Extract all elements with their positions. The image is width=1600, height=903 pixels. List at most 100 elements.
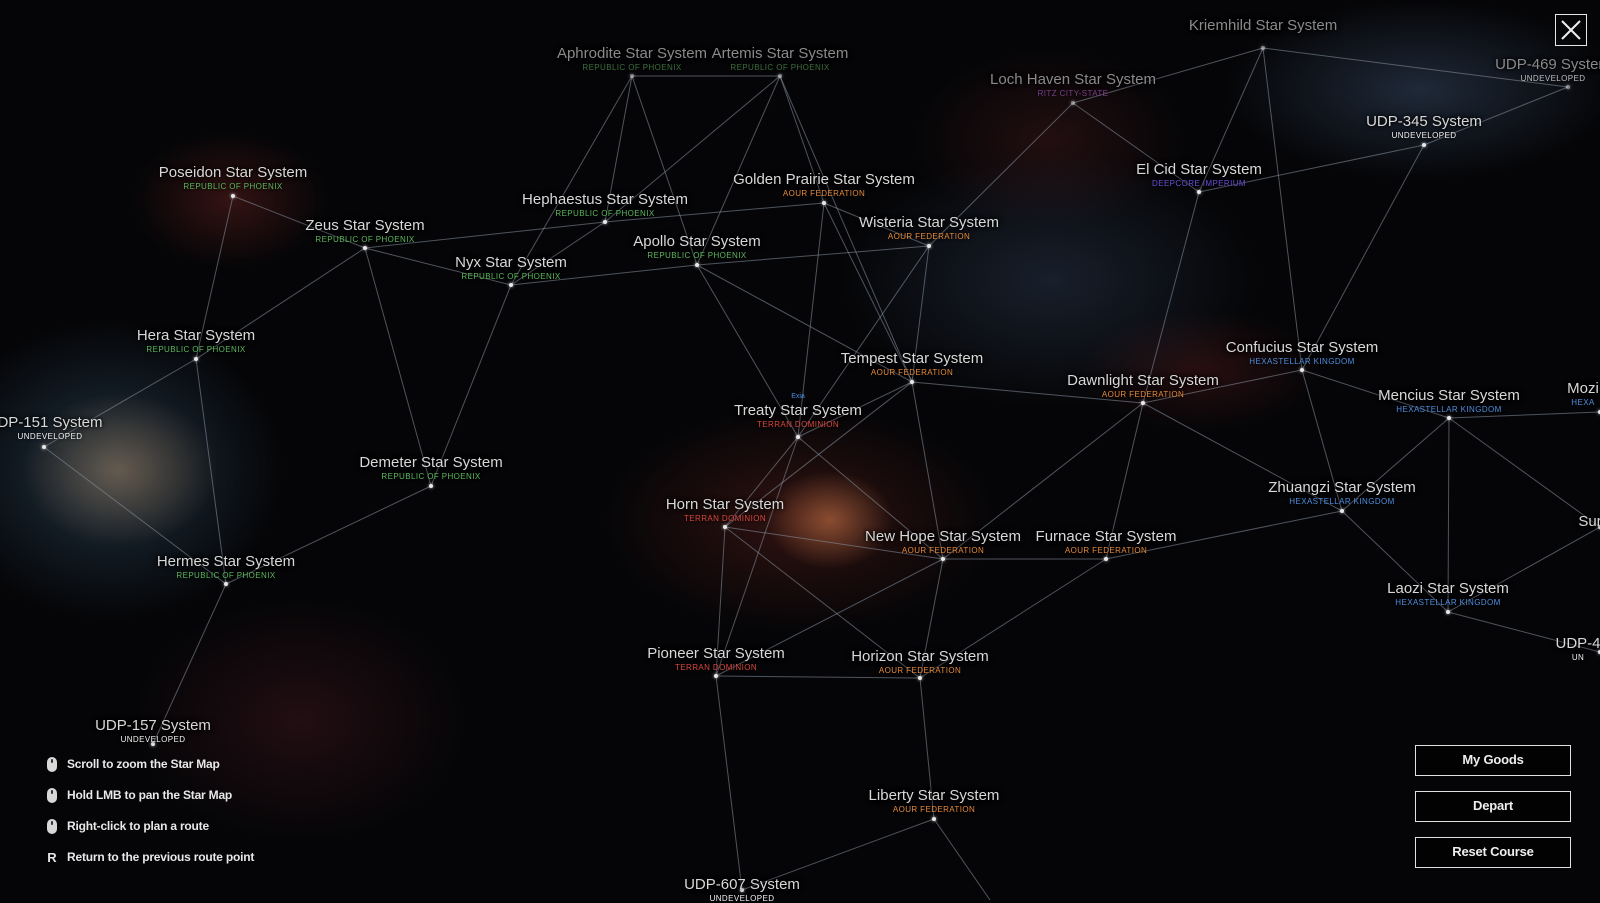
system-name: UDP-157 System	[95, 717, 211, 734]
system-goldenprairie[interactable]: Golden Prairie Star System AOUR FEDERATIO…	[733, 171, 915, 198]
system-name: DP-151 System	[0, 414, 103, 431]
system-udp607[interactable]: UDP-607 System UNDEVELOPED	[684, 876, 800, 903]
system-node[interactable]	[1197, 190, 1201, 194]
system-wisteria[interactable]: Wisteria Star System AOUR FEDERATION	[859, 214, 999, 241]
system-node[interactable]	[509, 283, 513, 287]
system-node[interactable]	[42, 445, 46, 449]
depart-button[interactable]: Depart	[1415, 791, 1571, 822]
system-artemis[interactable]: Artemis Star System REPUBLIC OF PHOENIX	[712, 45, 849, 72]
system-faction: AOUR FEDERATION	[782, 189, 866, 198]
system-apollo[interactable]: Apollo Star System REPUBLIC OF PHOENIX	[633, 233, 761, 260]
system-lochhaven[interactable]: Loch Haven Star System RITZ CITY-STATE	[990, 71, 1156, 98]
route-link	[195, 358, 227, 585]
system-node[interactable]	[1300, 368, 1304, 372]
system-name: Horn Star System	[665, 496, 785, 513]
system-node[interactable]	[695, 263, 699, 267]
system-node[interactable]	[778, 74, 782, 78]
system-udp4xx[interactable]: UDP-4 UN	[1555, 635, 1600, 662]
system-node[interactable]	[796, 435, 800, 439]
system-node[interactable]	[918, 676, 922, 680]
route-link	[1448, 417, 1600, 528]
system-udp469[interactable]: UDP-469 System UNDEVELOPED	[1495, 56, 1600, 83]
star-map[interactable]: Aphrodite Star System REPUBLIC OF PHOENIX…	[0, 0, 1600, 903]
system-udp151[interactable]: DP-151 System UNDEVELOPED	[0, 414, 103, 441]
system-node[interactable]	[910, 380, 914, 384]
system-faction: REPUBLIC OF PHOENIX	[176, 571, 276, 580]
system-nyx[interactable]: Nyx Star System REPUBLIC OF PHOENIX	[455, 254, 567, 281]
close-button[interactable]	[1555, 14, 1587, 46]
system-name: UDP-469 System	[1495, 56, 1600, 73]
system-newhope[interactable]: New Hope Star System AOUR FEDERATION	[865, 528, 1021, 555]
system-node[interactable]	[822, 201, 826, 205]
system-liberty[interactable]: Liberty Star System AOUR FEDERATION	[869, 787, 1000, 814]
system-name: Nyx Star System	[455, 254, 567, 271]
system-confucius[interactable]: Confucius Star System HEXASTELLAR KINGDOM	[1226, 339, 1379, 366]
system-zeus[interactable]: Zeus Star System REPUBLIC OF PHOENIX	[305, 217, 424, 244]
system-node[interactable]	[1446, 610, 1450, 614]
system-node[interactable]	[1447, 416, 1451, 420]
hint-text: Return to the previous route point	[67, 850, 255, 864]
system-mozi[interactable]: Mozi HEXA	[1567, 380, 1599, 407]
system-node[interactable]	[1141, 401, 1145, 405]
system-name: Loch Haven Star System	[990, 71, 1156, 88]
system-horn[interactable]: Horn Star System TERRAN DOMINION	[666, 496, 784, 523]
system-name: New Hope Star System	[865, 528, 1021, 545]
system-elcid[interactable]: El Cid Star System DEEPCORE IMPERIUM	[1136, 161, 1262, 188]
route-link	[1262, 47, 1303, 371]
system-node[interactable]	[714, 674, 718, 678]
system-faction: REPUBLIC OF PHOENIX	[582, 63, 682, 72]
system-node[interactable]	[194, 357, 198, 361]
system-kriemhild[interactable]: Kriemhild Star System	[1189, 17, 1337, 34]
close-icon	[1561, 20, 1581, 40]
system-node[interactable]	[932, 817, 936, 821]
system-mencius[interactable]: Mencius Star System HEXASTELLAR KINGDOM	[1378, 387, 1520, 414]
system-node[interactable]	[927, 244, 931, 248]
system-udp345[interactable]: UDP-345 System UNDEVELOPED	[1366, 113, 1482, 140]
system-hera[interactable]: Hera Star System REPUBLIC OF PHOENIX	[137, 327, 255, 354]
system-tempest[interactable]: Tempest Star System AOUR FEDERATION	[841, 350, 984, 377]
reset-course-button[interactable]: Reset Course	[1415, 837, 1571, 868]
system-node[interactable]	[1340, 509, 1344, 513]
system-demeter[interactable]: Demeter Star System REPUBLIC OF PHOENIX	[359, 454, 502, 481]
system-treaty[interactable]: Treaty Star System TERRAN DOMINION	[734, 402, 862, 429]
system-node[interactable]	[1104, 557, 1108, 561]
system-horizon[interactable]: Horizon Star System AOUR FEDERATION	[851, 648, 989, 675]
system-hermes[interactable]: Hermes Star System REPUBLIC OF PHOENIX	[157, 553, 295, 580]
system-faction: TERRAN DOMINION	[757, 420, 839, 429]
system-laozi[interactable]: Laozi Star System HEXASTELLAR KINGDOM	[1387, 580, 1509, 607]
system-node[interactable]	[1422, 143, 1426, 147]
system-faction: REPUBLIC OF PHOENIX	[730, 63, 830, 72]
system-aphrodite[interactable]: Aphrodite Star System REPUBLIC OF PHOENIX	[557, 45, 707, 72]
system-faction: AOUR FEDERATION	[1064, 546, 1148, 555]
system-pioneer[interactable]: Pioneer Star System TERRAN DOMINION	[647, 645, 785, 672]
system-name: Wisteria Star System	[858, 214, 1000, 231]
system-node[interactable]	[231, 194, 235, 198]
system-node[interactable]	[630, 74, 634, 78]
system-name: UDP-345 System	[1366, 113, 1482, 130]
system-faction: UNDEVELOPED	[17, 432, 83, 441]
system-node[interactable]	[1261, 46, 1265, 50]
system-name: Furnace Star System	[1035, 528, 1177, 545]
system-faction: AOUR FEDERATION	[870, 368, 954, 377]
system-name: Apollo Star System	[633, 233, 761, 250]
system-name: Kriemhild Star System	[1188, 17, 1338, 34]
system-sun[interactable]: Sur	[1578, 513, 1600, 530]
system-node[interactable]	[941, 557, 945, 561]
my-goods-button[interactable]: My Goods	[1415, 745, 1571, 776]
system-node[interactable]	[1071, 101, 1075, 105]
system-zhuangzi[interactable]: Zhuangzi Star System HEXASTELLAR KINGDOM	[1268, 479, 1416, 506]
system-hephaestus[interactable]: Hephaestus Star System REPUBLIC OF PHOENI…	[522, 191, 688, 218]
system-faction: UN	[1571, 653, 1585, 662]
system-faction: UNDEVELOPED	[1520, 74, 1586, 83]
system-faction: UNDEVELOPED	[709, 894, 775, 903]
system-furnace[interactable]: Furnace Star System AOUR FEDERATION	[1036, 528, 1177, 555]
system-udp157[interactable]: UDP-157 System UNDEVELOPED	[95, 717, 211, 744]
system-node[interactable]	[603, 220, 607, 224]
system-dawnlight[interactable]: Dawnlight Star System AOUR FEDERATION	[1067, 372, 1219, 399]
system-poseidon[interactable]: Poseidon Star System REPUBLIC OF PHOENIX	[159, 164, 307, 191]
system-node[interactable]	[224, 582, 228, 586]
system-node[interactable]	[363, 246, 367, 250]
system-node[interactable]	[723, 525, 727, 529]
system-node[interactable]	[1566, 85, 1570, 89]
system-node[interactable]	[429, 484, 433, 488]
